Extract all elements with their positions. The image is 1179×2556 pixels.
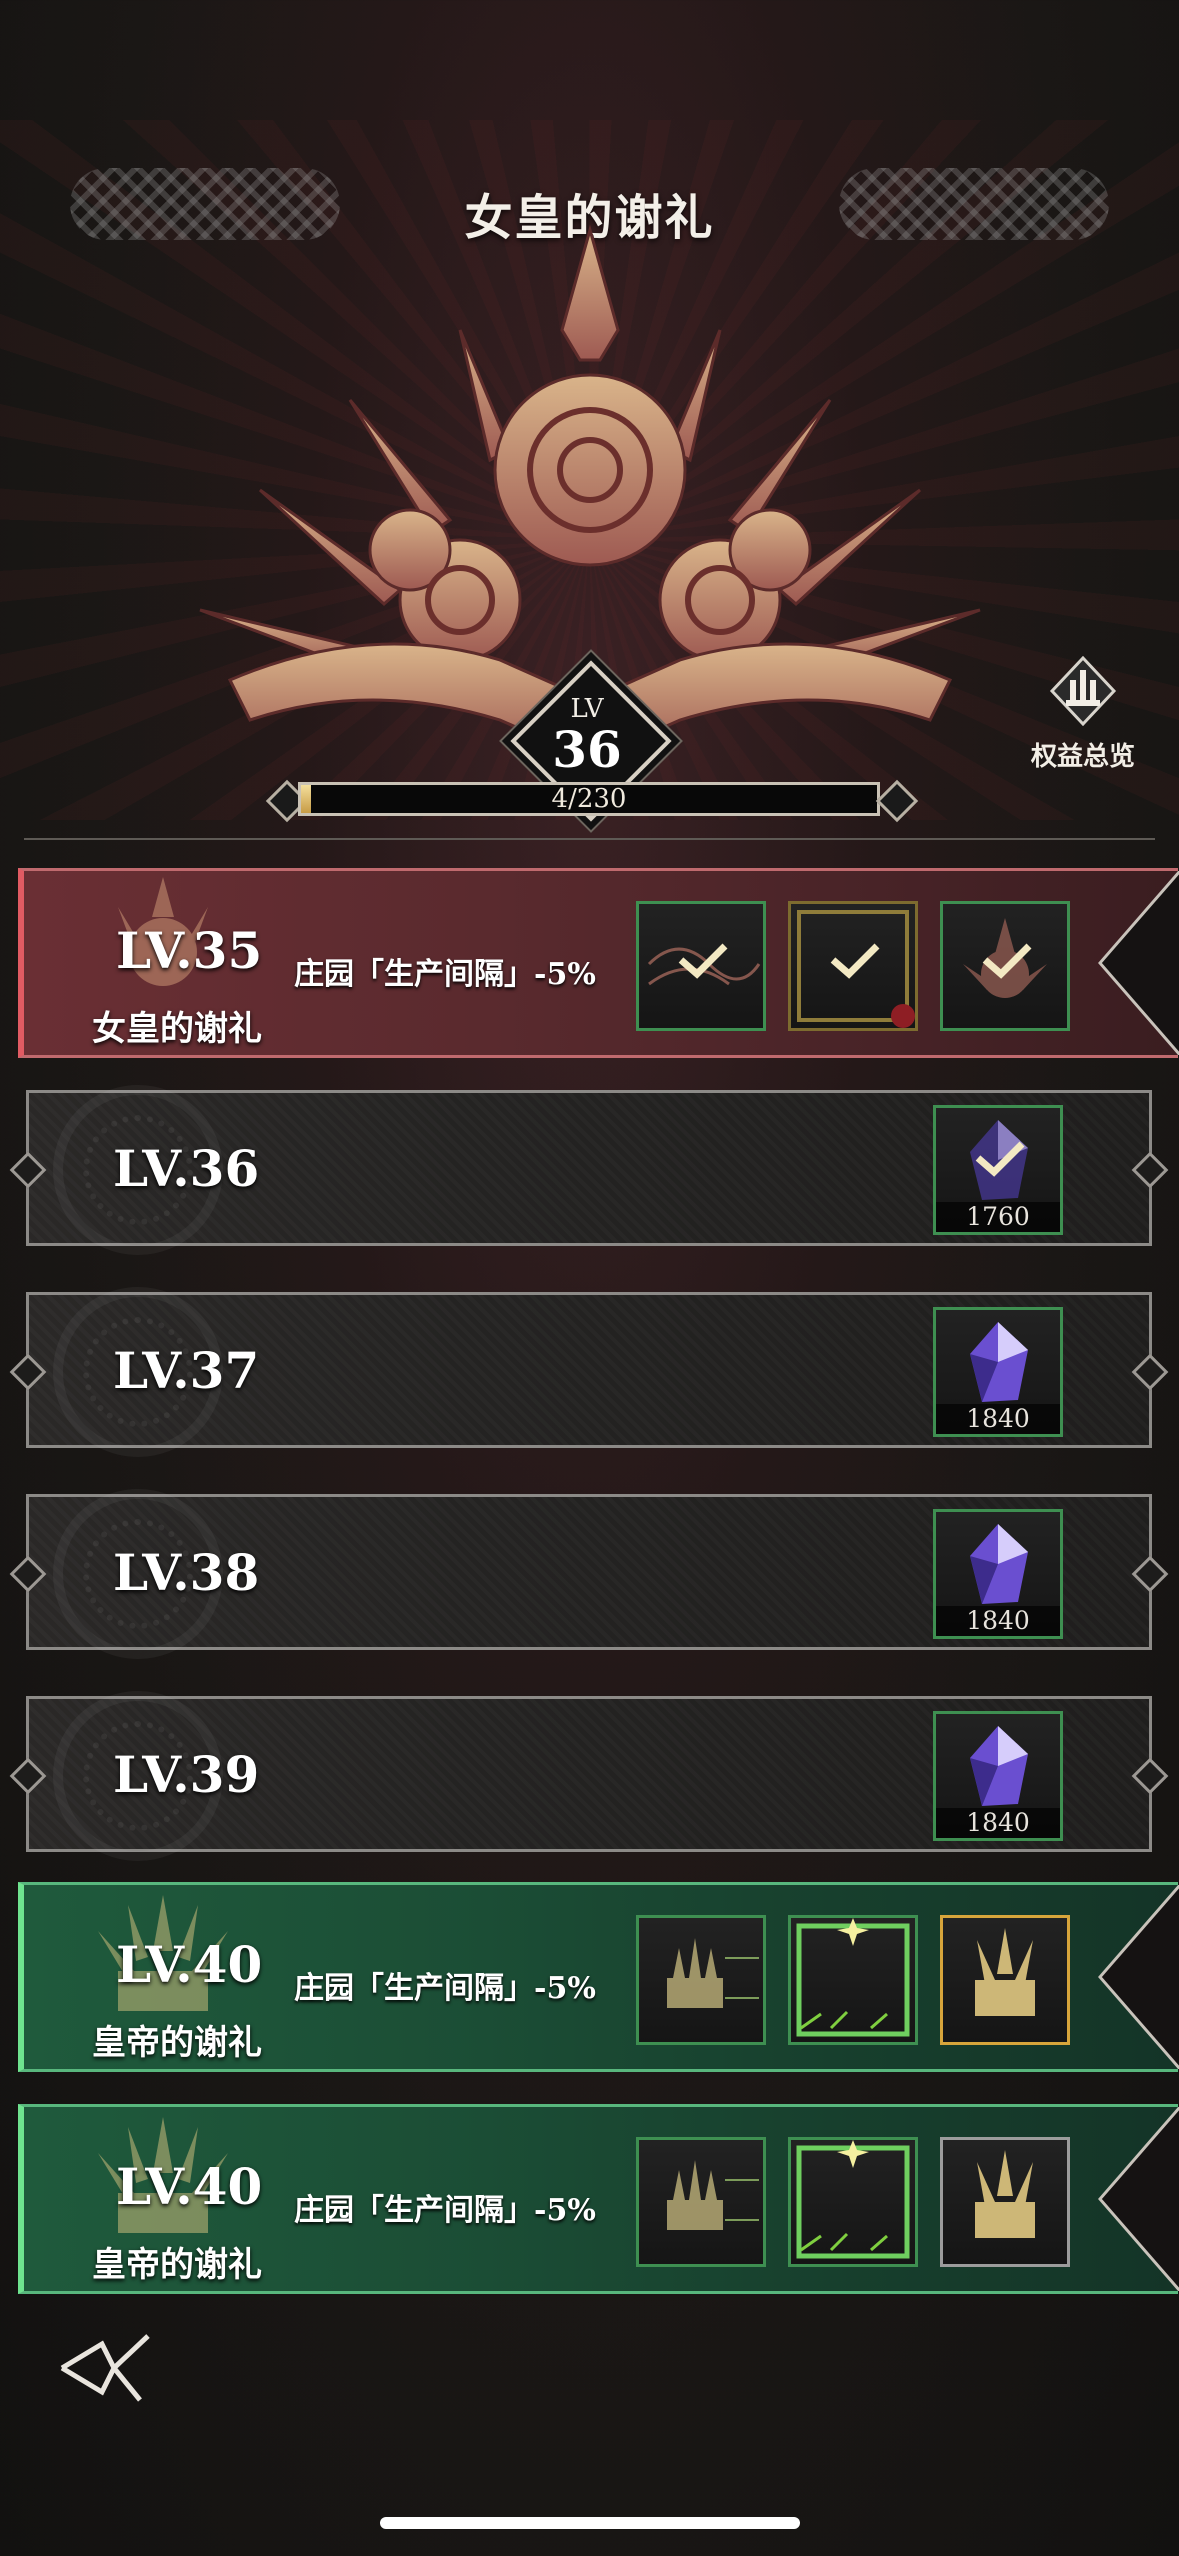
row-level: LV.40 bbox=[116, 1935, 263, 1994]
row-diamond-left bbox=[9, 1151, 47, 1189]
reward-row-lv35[interactable]: LV.35 庄园「生产间隔」-5% 女皇的谢礼 bbox=[18, 868, 1179, 1058]
reward-item[interactable] bbox=[940, 1915, 1070, 2045]
throne-frame-icon bbox=[667, 1938, 759, 2008]
claimed-check-icon bbox=[678, 943, 728, 979]
throne-emblem-gold-icon bbox=[975, 1928, 1035, 2016]
benefits-overview-label: 权益总览 bbox=[1030, 742, 1135, 772]
progress-cap-right bbox=[875, 779, 919, 823]
reward-row-lv40[interactable]: LV.40 庄园「生产间隔」-5% 皇帝的谢礼 bbox=[18, 1882, 1179, 2072]
claimed-check-icon bbox=[830, 943, 880, 979]
reward-item[interactable] bbox=[940, 2137, 1070, 2267]
row-diamond-left bbox=[9, 1555, 47, 1593]
reward-item[interactable] bbox=[788, 901, 918, 1031]
row-title: 皇帝的谢礼 bbox=[92, 2245, 262, 2285]
reward-row-lv38[interactable]: LV.38 1840 bbox=[9, 1489, 1169, 1659]
row-diamond-left bbox=[9, 1353, 47, 1391]
reward-amount: 1840 bbox=[936, 1404, 1060, 1434]
progress-text: 4/230 bbox=[551, 784, 627, 814]
green-star-frame-icon bbox=[796, 1918, 910, 2037]
throne-emblem-silver-icon bbox=[975, 2150, 1035, 2238]
row-level: LV.40 bbox=[116, 2157, 263, 2216]
home-indicator[interactable] bbox=[380, 2517, 800, 2529]
ribbon-notch bbox=[1098, 1885, 1179, 2069]
reward-item[interactable] bbox=[940, 901, 1070, 1031]
row-level: LV.38 bbox=[113, 1543, 260, 1602]
reward-amount: 1840 bbox=[936, 1606, 1060, 1636]
row-diamond-right bbox=[1131, 1757, 1169, 1795]
reward-amount: 1760 bbox=[936, 1202, 1060, 1232]
claimed-check-icon bbox=[982, 943, 1032, 979]
row-level: LV.37 bbox=[113, 1341, 260, 1400]
reward-item[interactable] bbox=[788, 1915, 918, 2045]
reward-item[interactable] bbox=[636, 901, 766, 1031]
reward-amount: 1840 bbox=[936, 1808, 1060, 1838]
row-level: LV.39 bbox=[113, 1745, 260, 1804]
row-diamond-right bbox=[1131, 1353, 1169, 1391]
row-diamond-right bbox=[1131, 1555, 1169, 1593]
benefits-overview-button[interactable]: 权益总览 bbox=[1028, 655, 1138, 796]
row-level: LV.35 bbox=[116, 921, 263, 980]
row-diamond-left bbox=[9, 1757, 47, 1795]
row-effect: 庄园「生产间隔」-5% bbox=[294, 957, 596, 992]
reward-item[interactable] bbox=[636, 2137, 766, 2267]
row-title: 皇帝的谢礼 bbox=[92, 2023, 262, 2063]
reward-item[interactable]: 1840 bbox=[933, 1307, 1063, 1437]
reward-item[interactable] bbox=[788, 2137, 918, 2267]
throne-frame-icon bbox=[667, 2160, 759, 2230]
row-title: 女皇的谢礼 bbox=[92, 1009, 262, 1049]
ribbon-notch bbox=[1098, 2107, 1179, 2291]
divider bbox=[24, 838, 1155, 840]
crown-shield-icon bbox=[1049, 655, 1117, 727]
reward-item[interactable]: 1840 bbox=[933, 1711, 1063, 1841]
reward-item[interactable]: 1840 bbox=[933, 1509, 1063, 1639]
player-level-value: 36 bbox=[552, 720, 622, 779]
row-effect: 庄园「生产间隔」-5% bbox=[294, 2193, 596, 2228]
row-level: LV.36 bbox=[113, 1139, 260, 1198]
back-home-icon[interactable] bbox=[58, 2330, 154, 2406]
reward-row-lv39[interactable]: LV.39 1840 bbox=[9, 1691, 1169, 1861]
ribbon-notch bbox=[1098, 871, 1179, 1055]
reward-row-lv36[interactable]: LV.36 1760 bbox=[9, 1085, 1169, 1255]
reward-item[interactable] bbox=[636, 1915, 766, 2045]
claimed-check-icon bbox=[975, 1141, 1025, 1177]
reward-row-lv40-next[interactable]: LV.40 庄园「生产间隔」-5% 皇帝的谢礼 bbox=[18, 2104, 1179, 2294]
reward-item[interactable]: 1760 bbox=[933, 1105, 1063, 1235]
row-effect: 庄园「生产间隔」-5% bbox=[294, 1971, 596, 2006]
level-progress-bar: 4/230 bbox=[298, 782, 880, 816]
reward-row-lv37[interactable]: LV.37 1840 bbox=[9, 1287, 1169, 1457]
green-star-frame-icon bbox=[796, 2140, 910, 2259]
row-diamond-right bbox=[1131, 1151, 1169, 1189]
